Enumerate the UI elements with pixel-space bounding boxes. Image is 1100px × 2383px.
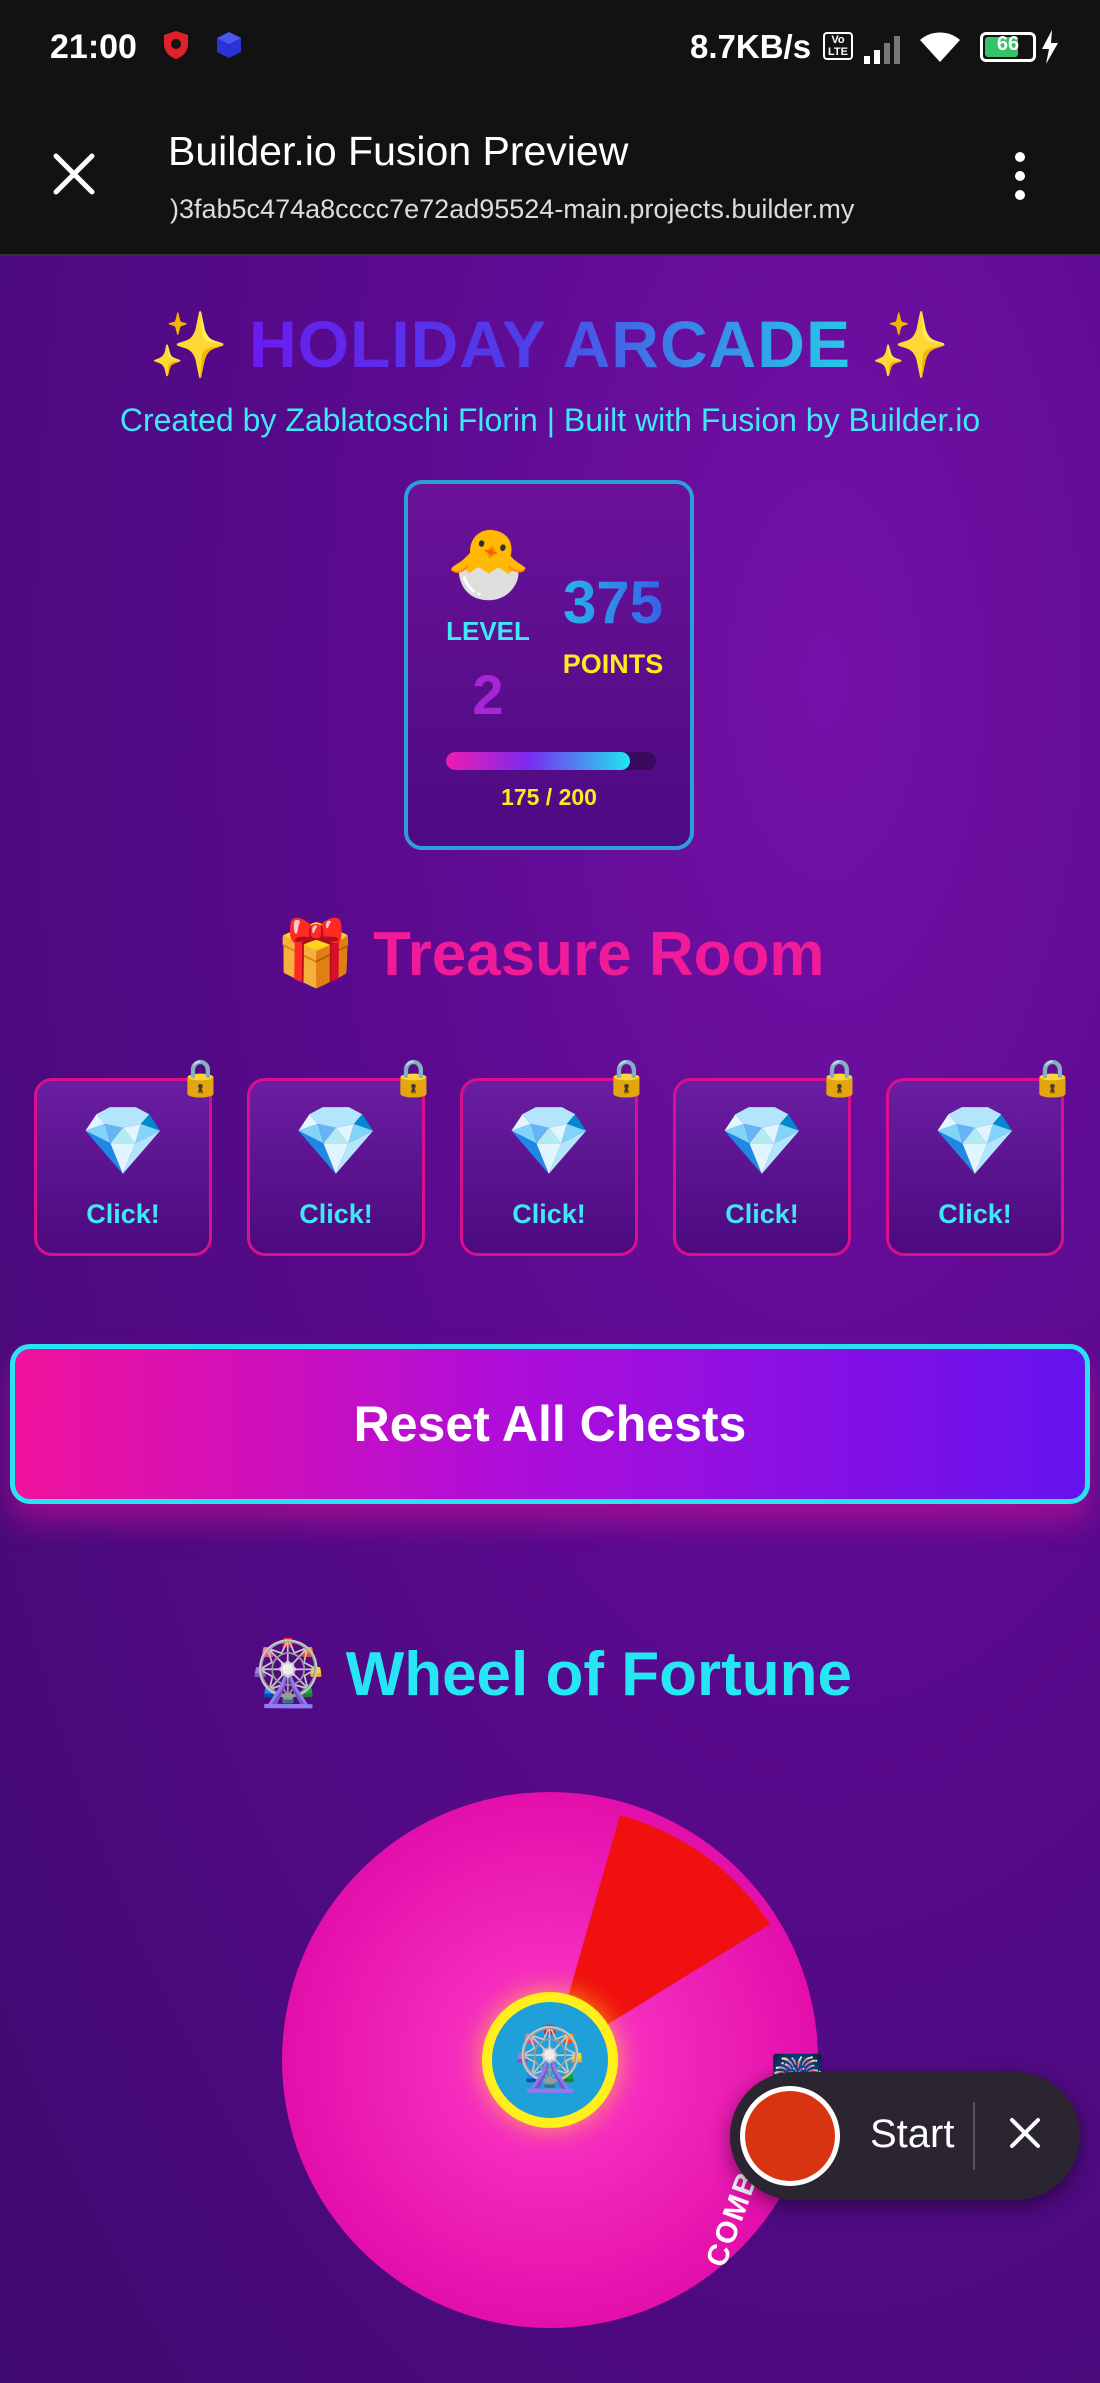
treasure-chest[interactable]: 💎 Click! 🔒 xyxy=(247,1057,436,1256)
treasure-chest[interactable]: 💎 Click! 🔒 xyxy=(34,1057,223,1256)
lock-icon: 🔒 xyxy=(178,1057,223,1098)
browser-url[interactable]: )3fab5c474a8cccc7e72ad95524-main.project… xyxy=(170,194,854,225)
sparkle-right-icon: ✨ xyxy=(870,309,952,381)
shield-icon xyxy=(162,30,190,65)
gem-icon: 💎 xyxy=(719,1103,805,1179)
level-progress-bar xyxy=(446,752,656,770)
treasure-chest[interactable]: 💎 Click! 🔒 xyxy=(460,1057,649,1256)
signal-icon xyxy=(862,34,906,69)
points-label: POINTS xyxy=(562,649,664,679)
lock-icon: 🔒 xyxy=(391,1057,436,1098)
start-recording-label[interactable]: Start xyxy=(870,2112,954,2157)
hatching-chick-icon: 🐣 xyxy=(446,526,531,602)
more-vert-icon[interactable] xyxy=(1010,151,1030,206)
lock-icon: 🔒 xyxy=(1030,1057,1075,1098)
lock-icon: 🔒 xyxy=(604,1057,649,1098)
browser-toolbar: Builder.io Fusion Preview )3fab5c474a8cc… xyxy=(0,96,1100,256)
gem-icon: 💎 xyxy=(293,1103,379,1179)
battery-percent: 66 xyxy=(996,33,1020,55)
close-icon[interactable] xyxy=(52,152,96,201)
vpn-cube-icon xyxy=(214,30,244,65)
points-value: 375 xyxy=(543,568,683,637)
browser-title: Builder.io Fusion Preview xyxy=(168,128,629,174)
chest-label: Click! xyxy=(725,1199,799,1229)
recorder-divider xyxy=(973,2102,975,2170)
page-title: ✨ HOLIDAY ARCADE ✨ xyxy=(0,306,1100,383)
reset-chests-button[interactable]: Reset All Chests xyxy=(10,1344,1090,1504)
level-progress-fill xyxy=(446,752,630,770)
page-title-text: HOLIDAY ARCADE xyxy=(249,307,851,381)
ferris-wheel-icon: 🎡 xyxy=(248,1637,328,1709)
level-progress-text: 175 / 200 xyxy=(501,784,597,810)
wifi-icon xyxy=(918,30,962,69)
treasure-chest[interactable]: 💎 Click! 🔒 xyxy=(886,1057,1075,1256)
player-stats-card: 🐣 LEVEL 2 375 POINTS 175 / 200 xyxy=(404,480,694,850)
gem-icon: 💎 xyxy=(80,1103,166,1179)
charging-bolt-icon xyxy=(1040,30,1060,69)
credits-text: Created by Zablatoschi Florin | Built wi… xyxy=(119,402,981,438)
screen-recorder-widget: Start xyxy=(730,2072,1080,2200)
battery-icon: 66 xyxy=(980,32,1036,62)
treasure-room-title-text: Treasure Room xyxy=(373,920,825,989)
status-bar: 21:00 8.7KB/s Vo LTE 66 xyxy=(0,0,1100,96)
wheel-spin-center[interactable]: 🎡 xyxy=(482,1992,618,2128)
treasure-chest[interactable]: 💎 Click! 🔒 xyxy=(673,1057,862,1256)
chest-label: Click! xyxy=(938,1199,1012,1229)
treasure-room-title: 🎁 Treasure Room xyxy=(0,916,1100,991)
record-button[interactable] xyxy=(740,2086,840,2186)
gem-icon: 💎 xyxy=(932,1103,1018,1179)
gem-icon: 💎 xyxy=(506,1103,592,1179)
wheel-of-fortune-title-text: Wheel of Fortune xyxy=(345,1640,852,1709)
close-icon[interactable] xyxy=(1008,2116,1042,2155)
level-value: 2 xyxy=(472,663,504,726)
chest-label: Click! xyxy=(512,1199,586,1229)
fortune-wheel[interactable]: 🎡 🎆 COMBO xyxy=(280,1790,825,2330)
volte-badge: Vo LTE xyxy=(823,32,853,60)
record-dot-icon xyxy=(745,2091,835,2181)
chest-label: Click! xyxy=(299,1199,373,1229)
arcade-page: ✨ HOLIDAY ARCADE ✨ Created by Zablatosch… xyxy=(0,256,1100,2383)
wheel-of-fortune-title: 🎡 Wheel of Fortune xyxy=(0,1636,1100,1711)
lock-icon: 🔒 xyxy=(817,1057,862,1098)
level-label: LEVEL xyxy=(446,616,530,646)
network-speed: 8.7KB/s xyxy=(690,28,812,65)
chest-label: Click! xyxy=(86,1199,160,1229)
sparkle-left-icon: ✨ xyxy=(148,309,230,381)
status-time: 21:00 xyxy=(50,28,137,66)
treasure-chests: 💎 Click! 🔒 💎 Click! 🔒 💎 Click! 🔒 💎 Click… xyxy=(34,1057,1075,1258)
gift-icon: 🎁 xyxy=(275,917,356,989)
